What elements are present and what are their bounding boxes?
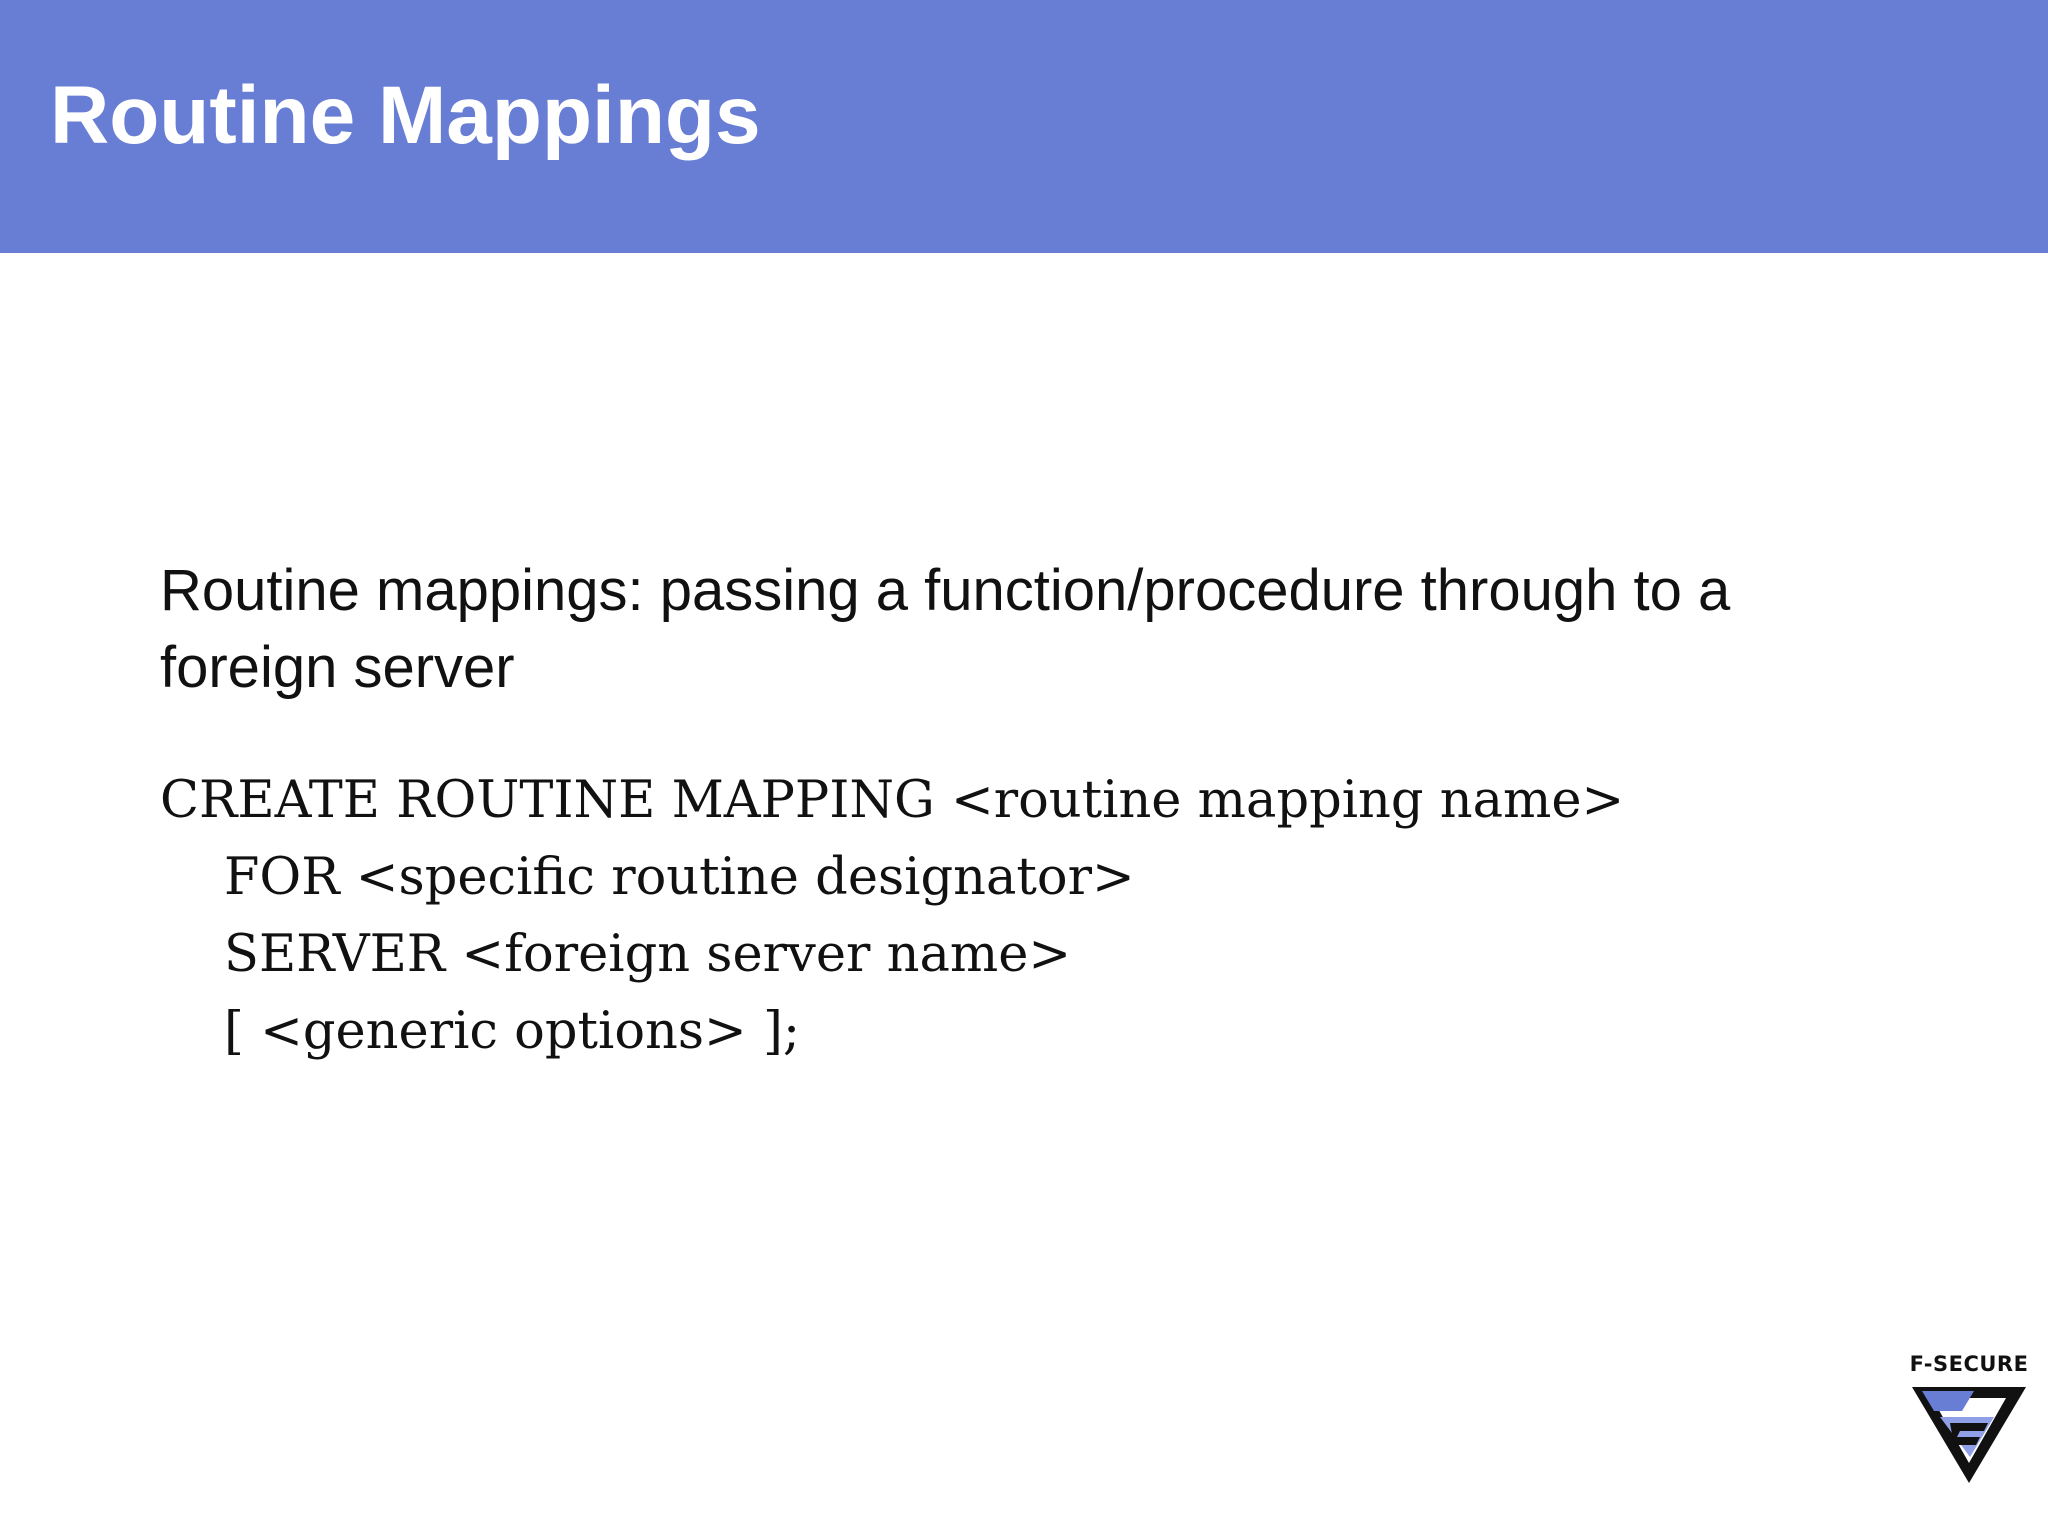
code-block: CREATE ROUTINE MAPPING <routine mapping … <box>160 762 1624 1070</box>
logo-text: F-SECURE <box>1909 1352 2029 1376</box>
code-line: [ <generic options> ]; <box>224 1002 801 1061</box>
header-bar: Routine Mappings <box>0 0 2048 253</box>
f-secure-logo-icon <box>1912 1387 2026 1483</box>
slide-title: Routine Mappings <box>50 70 761 161</box>
intro-text: Routine mappings: passing a function/pro… <box>160 558 1731 700</box>
code-line: FOR <specific routine designator> <box>224 848 1135 907</box>
code-line: CREATE ROUTINE MAPPING <routine mapping … <box>160 771 1625 830</box>
f-secure-logo: F-SECURE <box>1900 1352 2038 1500</box>
code-line: SERVER <foreign server name> <box>224 925 1072 984</box>
